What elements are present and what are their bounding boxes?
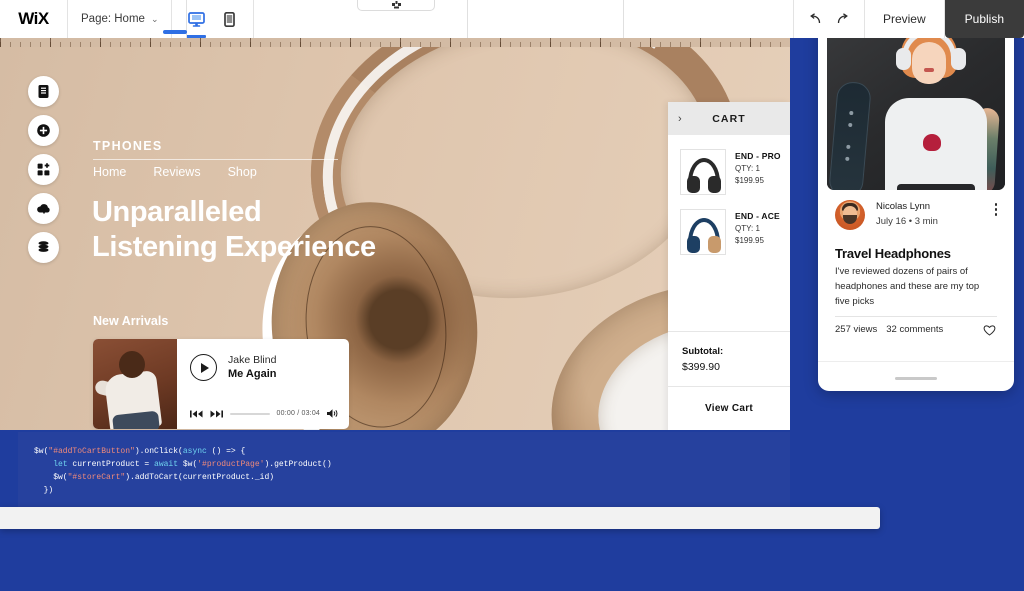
comment-count[interactable]: 32 comments bbox=[886, 324, 943, 335]
add-icon bbox=[37, 124, 50, 137]
upload-cloud-icon bbox=[36, 204, 50, 214]
next-track-icon[interactable] bbox=[210, 410, 223, 418]
sidebar-item-add[interactable] bbox=[28, 115, 59, 146]
site-canvas[interactable]: TPHONES Home Reviews Shop Unparalleled L… bbox=[0, 47, 790, 430]
canvas-guide-line bbox=[623, 0, 624, 38]
player-track: Me Again bbox=[228, 368, 277, 381]
publish-button[interactable]: Publish bbox=[944, 0, 1024, 38]
editor-sidebar[interactable] bbox=[28, 76, 59, 271]
floating-tab-handle[interactable] bbox=[357, 0, 435, 11]
author-name: Nicolas Lynn bbox=[876, 201, 931, 212]
code-line: $w("#addToCartButton").onClick(async () … bbox=[34, 447, 246, 456]
post-date: July 16 • 3 min bbox=[876, 215, 938, 227]
avatar[interactable] bbox=[835, 200, 865, 230]
toolbar-spacer bbox=[254, 0, 794, 38]
product-name: END - ACE bbox=[735, 211, 780, 221]
product-price: $199.95 bbox=[735, 176, 764, 185]
redo-icon[interactable] bbox=[836, 13, 850, 25]
cart-item-list: END - PRO QTY: 1 $199.95 END - ACE QTY: … bbox=[668, 135, 790, 269]
site-nav[interactable]: Home Reviews Shop bbox=[93, 165, 257, 179]
page-selector-label: Page: Home bbox=[81, 13, 145, 25]
apps-icon bbox=[37, 163, 50, 176]
post-author-block[interactable]: Nicolas Lynn July 16 • 3 min bbox=[835, 200, 938, 230]
desktop-icon bbox=[188, 11, 205, 27]
cart-title: CART bbox=[712, 112, 746, 125]
cart-subtotal: Subtotal: $399.90 bbox=[668, 332, 790, 386]
mobile-view-button[interactable] bbox=[219, 7, 239, 31]
sidebar-item-database[interactable] bbox=[28, 232, 59, 263]
product-name: END - PRO bbox=[735, 151, 781, 161]
cart-panel[interactable]: › CART END - PRO QTY: 1 $199.95 END - AC… bbox=[668, 102, 790, 430]
desktop-view-button[interactable] bbox=[186, 7, 207, 38]
logo-divider bbox=[93, 159, 338, 160]
volume-icon[interactable] bbox=[327, 409, 338, 418]
pages-icon bbox=[38, 85, 49, 98]
playback-progress-bar[interactable] bbox=[230, 412, 270, 415]
wix-logo[interactable]: WiX bbox=[0, 0, 68, 38]
sidebar-item-apps[interactable] bbox=[28, 154, 59, 185]
cart-item[interactable]: END - ACE QTY: 1 $199.95 bbox=[668, 209, 790, 269]
page-selector[interactable]: Page: Home ⌄ bbox=[68, 0, 173, 38]
more-vertical-icon[interactable] bbox=[994, 203, 997, 216]
nav-item-reviews[interactable]: Reviews bbox=[153, 165, 200, 179]
view-cart-button[interactable]: View Cart bbox=[668, 387, 790, 429]
nav-item-shop[interactable]: Shop bbox=[228, 165, 257, 179]
editor-bottom-bar bbox=[0, 507, 880, 529]
heart-icon[interactable] bbox=[983, 323, 996, 341]
product-thumbnail bbox=[680, 209, 726, 255]
chevron-right-icon[interactable]: › bbox=[678, 113, 682, 125]
wix-editor-screen: TPHONES Home Reviews Shop Unparalleled L… bbox=[0, 0, 1024, 591]
music-player[interactable]: Jake Blind Me Again 00:00 / 03:04 bbox=[93, 339, 349, 429]
post-excerpt: I've reviewed dozens of pairs of headpho… bbox=[835, 266, 980, 307]
canvas-ruler[interactable] bbox=[0, 38, 790, 47]
subtotal-value: $399.90 bbox=[682, 361, 720, 373]
section-label-new-arrivals: New Arrivals bbox=[93, 314, 169, 328]
mobile-icon bbox=[224, 11, 235, 27]
sidebar-item-pages[interactable] bbox=[28, 76, 59, 107]
post-title[interactable]: Travel Headphones bbox=[835, 246, 951, 261]
view-count: 257 views bbox=[835, 324, 878, 335]
post-stats: 257 views 32 comments bbox=[835, 324, 943, 335]
sidebar-item-media[interactable] bbox=[28, 193, 59, 224]
player-artist: Jake Blind bbox=[228, 354, 277, 366]
preview-button[interactable]: Preview bbox=[865, 0, 945, 38]
mobile-preview-card[interactable]: Nicolas Lynn July 16 • 3 min Travel Head… bbox=[818, 3, 1014, 391]
player-time: 00:00 / 03:04 bbox=[276, 410, 320, 417]
product-price: $199.95 bbox=[735, 236, 764, 245]
canvas-guide-line bbox=[467, 0, 468, 38]
headline-line-2: Listening Experience bbox=[92, 231, 376, 264]
site-logo[interactable]: TPHONES bbox=[93, 139, 163, 153]
editor-toolbar[interactable]: WiX Page: Home ⌄ Preview Publish bbox=[0, 0, 1024, 38]
code-line: }) bbox=[34, 486, 54, 495]
code-line: $w("#storeCart").addToCart(currentProduc… bbox=[34, 473, 275, 482]
cart-header[interactable]: › CART bbox=[668, 102, 790, 135]
phone-section-divider bbox=[818, 361, 1014, 362]
chevron-down-icon: ⌄ bbox=[150, 13, 159, 24]
product-qty: QTY: 1 bbox=[735, 224, 760, 233]
post-divider bbox=[835, 316, 997, 317]
subtotal-label: Subtotal: bbox=[682, 346, 724, 357]
ruler-selection-marker[interactable] bbox=[163, 30, 187, 34]
play-icon[interactable] bbox=[190, 354, 217, 381]
history-controls[interactable] bbox=[794, 0, 865, 38]
database-icon bbox=[38, 241, 49, 252]
home-indicator bbox=[895, 377, 937, 380]
code-line: let currentProduct = await $w('#productP… bbox=[53, 460, 332, 469]
player-artwork bbox=[93, 339, 177, 429]
previous-track-icon[interactable] bbox=[190, 410, 203, 418]
drag-handle-icon bbox=[391, 1, 401, 9]
page-title[interactable]: Unparalleled Listening Experience bbox=[92, 195, 376, 266]
headline-line-1: Unparalleled bbox=[92, 196, 262, 228]
cart-item[interactable]: END - PRO QTY: 1 $199.95 bbox=[668, 149, 790, 209]
undo-icon[interactable] bbox=[808, 13, 822, 25]
code-editor-panel[interactable]: $w("#addToCartButton").onClick(async () … bbox=[18, 432, 790, 513]
nav-item-home[interactable]: Home bbox=[93, 165, 126, 179]
post-hero-image bbox=[827, 12, 1005, 190]
product-qty: QTY: 1 bbox=[735, 164, 760, 173]
product-thumbnail bbox=[680, 149, 726, 195]
